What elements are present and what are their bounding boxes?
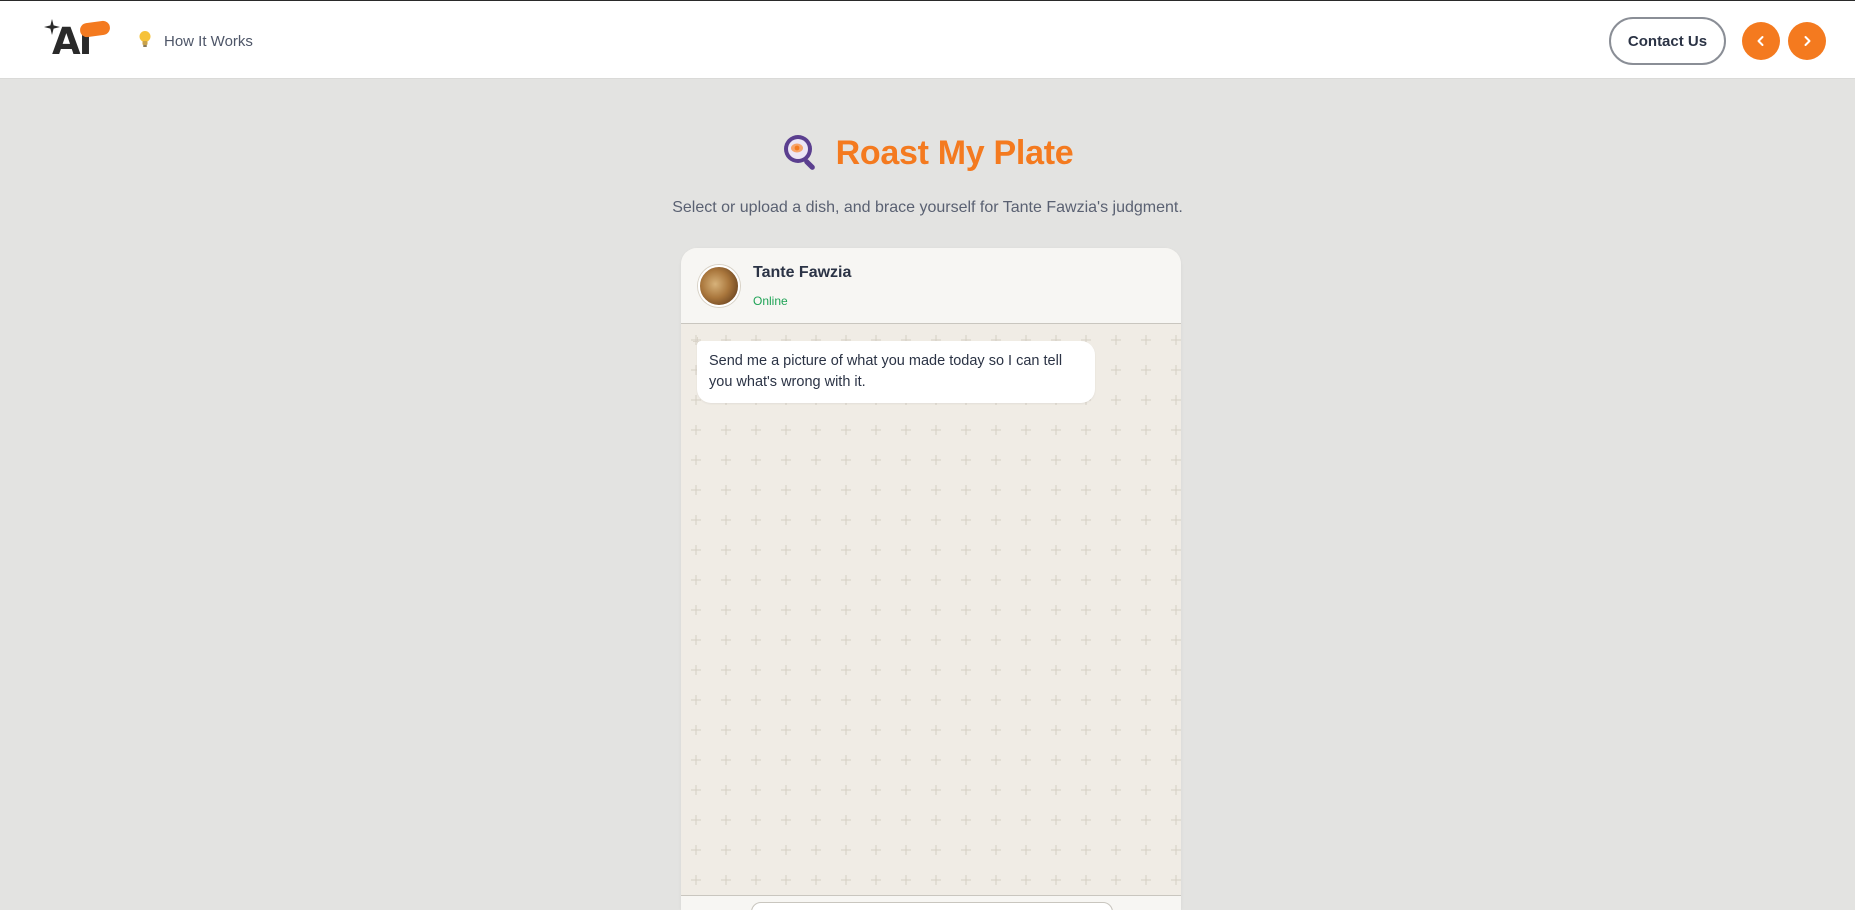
how-it-works-link[interactable]: How It Works (138, 29, 253, 53)
page-title-text: Roast My Plate (835, 133, 1074, 172)
message-input[interactable] (751, 902, 1113, 910)
logo-badge (79, 19, 111, 39)
page-title: Roast My Plate (0, 128, 1855, 178)
message-bubble: Send me a picture of what you made today… (697, 341, 1095, 403)
contact-name: Tante Fawzia (753, 264, 852, 281)
next-button[interactable] (1788, 22, 1826, 60)
how-it-works-label: How It Works (164, 32, 253, 50)
brand-logo[interactable]: AI (44, 17, 111, 63)
previous-button[interactable] (1742, 22, 1780, 60)
top-navbar: AI How It Works Contact Us (0, 0, 1855, 78)
background-pattern (681, 325, 1181, 895)
contact-us-button[interactable]: Contact Us (1609, 17, 1726, 65)
chat-input-bar (681, 895, 1181, 910)
avatar (698, 265, 740, 307)
chat-messages[interactable]: Send me a picture of what you made today… (681, 325, 1181, 895)
frying-pan-icon (783, 135, 815, 170)
chevron-right-icon (1804, 36, 1811, 46)
chevron-left-icon (1757, 36, 1764, 46)
lightbulb-icon (138, 30, 152, 53)
page-subtitle: Select or upload a dish, and brace yours… (672, 199, 1183, 216)
chat-window: Tante Fawzia Online Send me a picture of… (681, 248, 1181, 910)
chat-header: Tante Fawzia Online (681, 248, 1181, 324)
contact-status: Online (753, 294, 788, 308)
